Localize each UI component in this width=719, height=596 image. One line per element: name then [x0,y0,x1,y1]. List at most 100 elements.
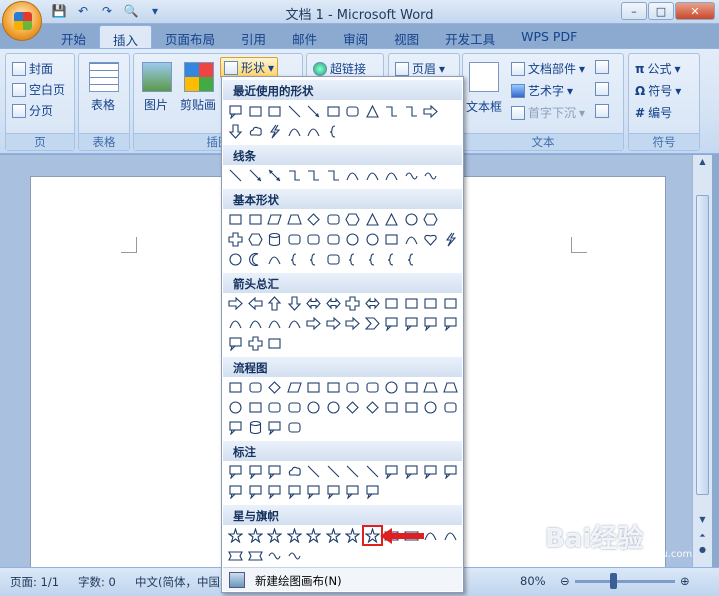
office-button[interactable] [2,1,42,41]
object-button[interactable] [595,104,609,118]
tab-insert[interactable]: 插入 [99,25,153,49]
word-count[interactable]: 字数: 0 [78,574,116,590]
shape-hexagon-icon[interactable] [422,211,439,228]
shape-downarrow-icon[interactable] [286,295,303,312]
zoom-in-icon[interactable]: ⊕ [680,574,690,588]
shape-cloudcallout-icon[interactable] [286,463,303,480]
tab-home[interactable]: 开始 [48,25,99,49]
shape-star4-icon[interactable] [266,527,283,544]
shape-curvedribbonup-icon[interactable] [422,527,439,544]
signature-line-button[interactable] [595,60,609,74]
shape-offpage-icon[interactable] [247,399,264,416]
vertical-scrollbar[interactable]: ▲ ▼ ⏶ ● [692,155,712,567]
shape-frame-icon[interactable] [325,231,342,248]
scroll-down-icon[interactable]: ▼ [696,515,709,527]
shape-seqaccess-icon[interactable] [227,419,244,436]
shape-notchedr-icon[interactable] [325,315,342,332]
shape-arrowline-icon[interactable] [247,167,264,184]
shape-lightning-icon[interactable] [442,231,459,248]
shape-rbracket-icon[interactable] [364,251,381,268]
shape-sumjunction-icon[interactable] [305,399,322,416]
shape-sun-icon[interactable] [227,251,244,268]
shape-collate-icon[interactable] [344,399,361,416]
shape-burst1-icon[interactable] [227,527,244,544]
shape-rbrace-icon[interactable] [403,251,420,268]
shape-arc-icon[interactable] [286,123,303,140]
shape-bl3-icon[interactable] [266,483,283,500]
wordart-button[interactable]: 艺术字 ▾ [511,82,573,99]
page-break-button[interactable]: 分页 [12,102,53,119]
page-count[interactable]: 页面: 1/1 [10,574,59,590]
equation-button[interactable]: π 公式 ▾ [635,60,681,77]
shape-lrcallout-icon[interactable] [227,335,244,352]
shape-plaque-icon[interactable] [325,251,342,268]
tab-view[interactable]: 视图 [381,25,432,49]
shape-curvedu-icon[interactable] [266,315,283,332]
shape-cross-icon[interactable] [227,231,244,248]
shape-arrowline-icon[interactable] [305,103,322,120]
shape-bracepair-icon[interactable] [305,251,322,268]
shape-doc-icon[interactable] [344,379,361,396]
shape-curvedbl-icon[interactable] [383,167,400,184]
shape-ellipse-icon[interactable] [403,211,420,228]
shape-udarrow-icon[interactable] [325,295,342,312]
tab-page-layout[interactable]: 页面布局 [152,25,228,49]
zoom-slider-knob[interactable] [610,573,617,589]
shape-internal-icon[interactable] [325,379,342,396]
shape-donut-icon[interactable] [364,231,381,248]
zoom-slider[interactable] [575,580,675,583]
shape-diamond-icon[interactable] [266,379,283,396]
shape-curvedribbondown-icon[interactable] [442,527,459,544]
shape-star32-icon[interactable] [361,525,383,546]
shape-extract-icon[interactable] [383,399,400,416]
datetime-button[interactable] [595,82,609,96]
shape-multidoc-icon[interactable] [364,379,381,396]
shape-uturn-icon[interactable] [403,295,420,312]
shape-arc-icon[interactable] [266,251,283,268]
shape-elbowarrow-icon[interactable] [305,167,322,184]
shape-uparrow-icon[interactable] [266,295,283,312]
tab-mailings[interactable]: 邮件 [279,25,330,49]
shape-roundcallout-icon[interactable] [247,463,264,480]
shape-moon-icon[interactable] [247,251,264,268]
shape-diamond-icon[interactable] [305,211,322,228]
tab-wps-pdf[interactable]: WPS PDF [508,25,590,49]
shape-doublewave-icon[interactable] [286,547,303,564]
shape-can-icon[interactable] [266,231,283,248]
shape-callout-icon[interactable] [227,463,244,480]
shape-line2-icon[interactable] [325,463,342,480]
shape-wave-icon[interactable] [266,547,283,564]
shape-freeform-icon[interactable] [403,167,420,184]
shape-dblarrow-icon[interactable] [266,167,283,184]
shape-curvedd-icon[interactable] [286,315,303,332]
shape-textbox-icon[interactable] [247,103,264,120]
shape-triangle-icon[interactable] [364,103,381,120]
shape-card-icon[interactable] [266,399,283,416]
shape-brace-icon[interactable] [325,123,342,140]
shape-rtriangle-icon[interactable] [383,211,400,228]
shape-stripedr-icon[interactable] [305,315,322,332]
shape-predef-icon[interactable] [305,379,322,396]
shape-triangle-icon[interactable] [364,211,381,228]
shape-bacc1-icon[interactable] [305,483,322,500]
shape-bevel-icon[interactable] [305,231,322,248]
shape-merge-icon[interactable] [403,399,420,416]
select-browse-icon[interactable]: ● [696,545,709,557]
shape-line1-icon[interactable] [305,463,322,480]
shape-line4-icon[interactable] [364,463,381,480]
header-button[interactable]: 页眉 ▾ [395,60,445,77]
shape-bl4-icon[interactable] [286,483,303,500]
shape-cloudcallout-icon[interactable] [247,123,264,140]
shape-textbox-icon[interactable] [227,211,244,228]
shape-nosymbol-icon[interactable] [383,231,400,248]
new-canvas-item[interactable]: 新建绘图画布(N) [223,567,462,591]
shape-punched-icon[interactable] [286,399,303,416]
shape-elbowarrow-icon[interactable] [403,103,420,120]
shapes-button[interactable]: 形状 ▾ [220,57,279,78]
zoom-out-icon[interactable]: ⊖ [560,574,570,588]
scroll-thumb[interactable] [696,195,709,495]
shape-terminator-icon[interactable] [383,379,400,396]
shape-elbowdbl-icon[interactable] [325,167,342,184]
shape-acc4-icon[interactable] [442,463,459,480]
shape-magdisk-icon[interactable] [247,419,264,436]
